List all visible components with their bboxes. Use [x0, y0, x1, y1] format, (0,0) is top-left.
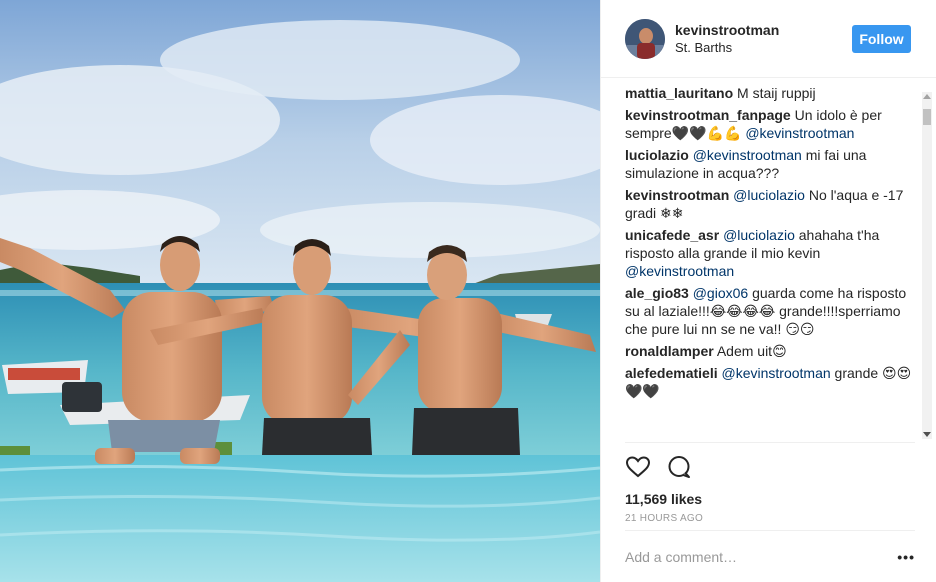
- comment-item: kevinstrootman @luciolazio No l'aqua e -…: [625, 186, 915, 222]
- more-options-icon[interactable]: •••: [897, 549, 915, 565]
- comment-item: kevinstrootman_fanpage Un idolo è per se…: [625, 106, 915, 142]
- comment-item: ronaldlamper Adem uit😊: [625, 342, 915, 360]
- comment-username[interactable]: luciolazio: [625, 147, 689, 163]
- comment-bubble-icon[interactable]: [667, 455, 691, 479]
- comments-list: mattia_lauritano M staij ruppij kevinstro…: [625, 84, 915, 436]
- scroll-down-arrow-icon[interactable]: [923, 432, 931, 437]
- comment-username[interactable]: alefedematieli: [625, 365, 718, 381]
- comment-mention-link[interactable]: @luciolazio: [733, 187, 805, 203]
- comment-item: unicafede_asr @luciolazio ahahaha t'ha r…: [625, 226, 915, 280]
- scrollbar-thumb[interactable]: [923, 109, 931, 125]
- comment-item: ale_gio83 @giox06 guarda come ha rispost…: [625, 284, 915, 338]
- avatar-image: [625, 18, 665, 59]
- comment-username[interactable]: kevinstrootman: [625, 187, 729, 203]
- post-author-username[interactable]: kevinstrootman: [675, 21, 779, 39]
- instagram-post: kevinstrootman St. Barths Follow mattia_…: [0, 0, 936, 582]
- comment-username[interactable]: kevinstrootman_fanpage: [625, 107, 791, 123]
- scroll-up-arrow-icon[interactable]: [923, 94, 931, 99]
- comment-mention-link[interactable]: @kevinstrootman: [693, 147, 802, 163]
- comment-mention-link[interactable]: @kevinstrootman: [745, 125, 854, 141]
- comment-item: luciolazio @kevinstrootman mi fai una si…: [625, 146, 915, 182]
- comment-mention-link[interactable]: @giox06: [693, 285, 748, 301]
- comment-mention-link[interactable]: @kevinstrootman: [722, 365, 831, 381]
- comment-mention-link[interactable]: @kevinstrootman: [625, 263, 734, 279]
- comment-username[interactable]: mattia_lauritano: [625, 85, 733, 101]
- comment-text: M staij ruppij: [737, 85, 816, 101]
- follow-button[interactable]: Follow: [852, 25, 911, 53]
- heart-icon[interactable]: [625, 455, 651, 479]
- comment-username[interactable]: ale_gio83: [625, 285, 689, 301]
- post-timestamp[interactable]: 21 HOURS AGO: [625, 513, 915, 524]
- post-location[interactable]: St. Barths: [675, 39, 779, 57]
- comment-item: mattia_lauritano M staij ruppij: [625, 84, 915, 102]
- post-details-panel: kevinstrootman St. Barths Follow mattia_…: [600, 0, 936, 582]
- comment-text: Adem uit😊: [716, 343, 787, 359]
- add-comment-bar: Add a comment… •••: [625, 530, 915, 582]
- post-photo[interactable]: [0, 0, 600, 582]
- post-header: kevinstrootman St. Barths Follow: [601, 0, 936, 78]
- comments-scrollbar[interactable]: [922, 92, 932, 439]
- avatar[interactable]: [625, 18, 665, 59]
- comment-username[interactable]: unicafede_asr: [625, 227, 719, 243]
- post-actions: 11,569 likes 21 HOURS AGO: [625, 442, 915, 524]
- post-photo-image: [0, 0, 600, 582]
- likes-count[interactable]: 11,569 likes: [625, 491, 915, 507]
- add-comment-input[interactable]: Add a comment…: [625, 549, 737, 565]
- comment-item: alefedematieli @kevinstrootman grande 😍😍…: [625, 364, 915, 400]
- comment-username[interactable]: ronaldlamper: [625, 343, 714, 359]
- comment-mention-link[interactable]: @luciolazio: [723, 227, 795, 243]
